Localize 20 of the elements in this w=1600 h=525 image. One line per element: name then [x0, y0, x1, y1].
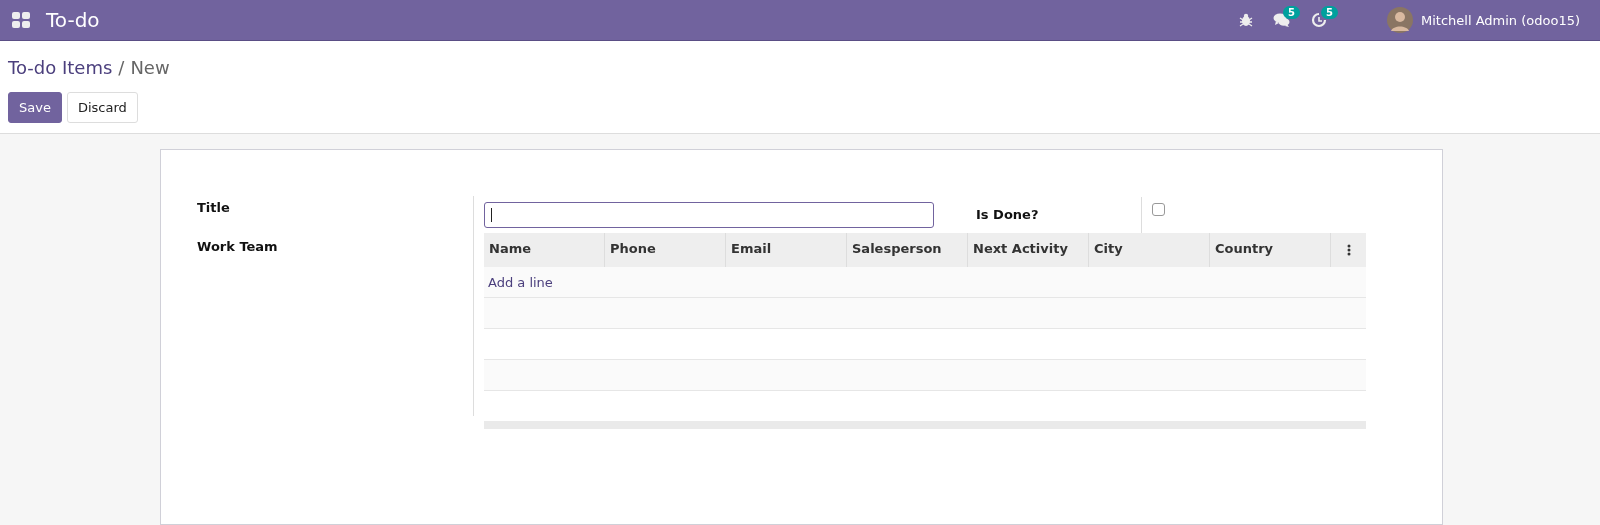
- avatar[interactable]: [1386, 7, 1413, 33]
- checkbox[interactable]: [1152, 202, 1165, 216]
- add-line-link[interactable]: Add a line: [484, 274, 553, 290]
- count-badge: 5: [1320, 6, 1338, 19]
- field-label: Title: [197, 200, 231, 215]
- breadcrumb-current: New: [130, 57, 170, 78]
- breadcrumb-link[interactable]: To-do Items: [8, 57, 113, 78]
- count-badge: 5: [1282, 6, 1300, 19]
- save-button[interactable]: Save: [8, 92, 62, 123]
- app-title[interactable]: To-do: [46, 8, 100, 32]
- discard-button[interactable]: Discard: [66, 92, 138, 123]
- column-options-icon[interactable]: [1346, 244, 1351, 256]
- title-input-field[interactable]: [484, 201, 934, 228]
- user-name[interactable]: Mitchell Admin (odoo15): [1420, 12, 1580, 28]
- field-label: Work Team: [197, 239, 279, 254]
- bug-icon[interactable]: [1238, 13, 1253, 27]
- apps-menu-icon[interactable]: [12, 12, 30, 28]
- field-label: Is Done?: [976, 207, 1040, 222]
- clock-icon[interactable]: [1310, 12, 1327, 28]
- breadcrumb-separator: /: [118, 57, 125, 78]
